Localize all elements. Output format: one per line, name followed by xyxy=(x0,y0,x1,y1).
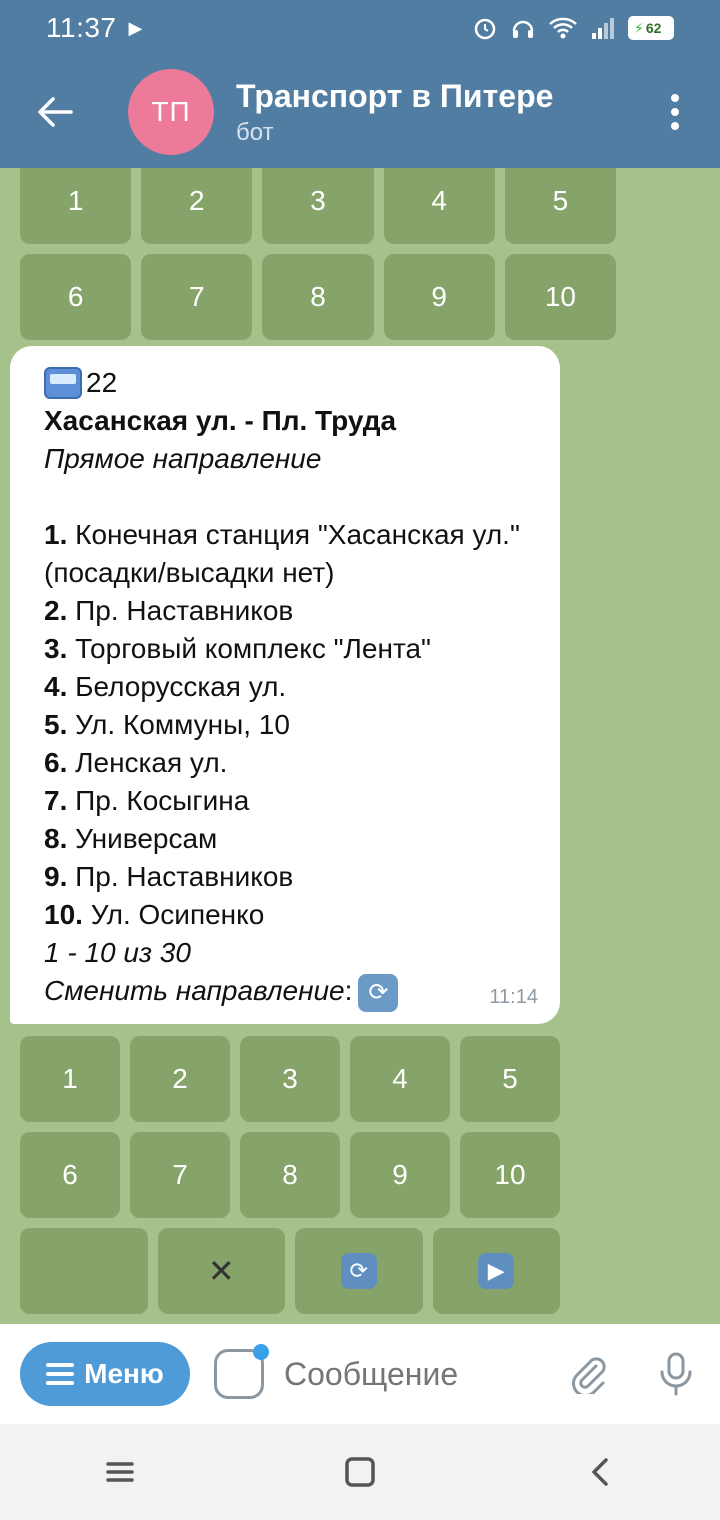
recent-apps-icon[interactable] xyxy=(100,1452,140,1492)
reply-keyboard-row: 1 2 3 4 5 xyxy=(20,1036,560,1122)
route-name: Хасанская ул. - Пл. Труда xyxy=(44,405,397,436)
menu-button-label: Меню xyxy=(84,1358,164,1389)
next-button[interactable]: ▶ xyxy=(432,1228,560,1314)
inline-keyboard: 1 2 3 4 5 6 7 8 9 10 xyxy=(20,168,617,350)
play-icon: ▶ xyxy=(128,17,143,38)
stop-item: 8. Универсам xyxy=(44,823,218,854)
hamburger-icon xyxy=(46,1363,75,1385)
route-number: 22 xyxy=(86,367,118,398)
pagination-label: 1 - 10 из 30 xyxy=(44,937,191,968)
system-nav-bar xyxy=(0,1424,720,1520)
inline-keyboard-row: 6 7 8 9 10 xyxy=(20,254,617,340)
dot-icon xyxy=(671,94,679,102)
chat-subtitle: бот xyxy=(236,118,274,146)
status-time: 11:37 xyxy=(46,12,117,43)
reply-button-8[interactable]: 8 xyxy=(240,1132,340,1218)
inline-button-7[interactable]: 7 xyxy=(141,254,253,340)
inline-button-6[interactable]: 6 xyxy=(20,254,132,340)
inline-keyboard-row: 1 2 3 4 5 xyxy=(20,168,617,244)
reply-button-3[interactable]: 3 xyxy=(240,1036,340,1122)
input-bar: Меню xyxy=(0,1324,720,1424)
back-nav-icon[interactable] xyxy=(580,1452,620,1492)
reply-button-4[interactable]: 4 xyxy=(350,1036,450,1122)
more-options-button[interactable] xyxy=(630,56,720,168)
notification-dot xyxy=(253,1344,269,1360)
reply-button-1[interactable]: 1 xyxy=(20,1036,120,1122)
stop-item: 2. Пр. Наставников xyxy=(44,595,294,626)
reply-button-5[interactable]: 5 xyxy=(460,1036,560,1122)
reply-keyboard-row: 6 7 8 9 10 xyxy=(20,1132,560,1218)
stop-item: 4. Белорусская ул. xyxy=(44,671,287,702)
status-bar: 11:37 ▶ ⚡ 62 xyxy=(0,0,720,56)
back-button[interactable] xyxy=(0,56,110,168)
wifi-icon xyxy=(549,17,577,39)
switch-direction-label: Сменить направление xyxy=(44,975,345,1006)
dot-icon xyxy=(671,122,679,130)
reply-button-10[interactable]: 10 xyxy=(460,1132,560,1218)
back-arrow-icon xyxy=(38,97,73,127)
home-icon[interactable] xyxy=(340,1452,380,1492)
chat-title-block[interactable]: Транспорт в Питере бот xyxy=(236,78,553,147)
message-input[interactable] xyxy=(284,1355,544,1393)
reply-button-6[interactable]: 6 xyxy=(20,1132,120,1218)
chat-header: ТП Транспорт в Питере бот xyxy=(0,56,720,168)
play-next-icon: ▶ xyxy=(478,1253,515,1289)
direction-label: Прямое направление xyxy=(44,443,322,474)
microphone-icon xyxy=(660,1352,692,1396)
bot-menu-button[interactable]: Меню xyxy=(20,1342,190,1406)
stop-item: 1. Конечная станция "Хасанская ул." (пос… xyxy=(44,519,520,588)
mic-button[interactable] xyxy=(652,1350,700,1398)
close-button[interactable]: ✕ xyxy=(157,1228,285,1314)
reply-button-2[interactable]: 2 xyxy=(130,1036,230,1122)
route-line: 22 xyxy=(44,364,526,402)
inline-button-2[interactable]: 2 xyxy=(141,168,253,244)
battery-icon: ⚡ 62 xyxy=(628,16,674,40)
inline-button-4[interactable]: 4 xyxy=(383,168,495,244)
inline-button-1[interactable]: 1 xyxy=(20,168,132,244)
reply-keyboard: 1 2 3 4 5 6 7 8 9 10 ✕ ⟳ ▶ xyxy=(20,1036,560,1324)
signal-icon xyxy=(592,18,614,39)
headphones-icon xyxy=(512,20,534,38)
refresh-icon: ⟳ xyxy=(340,1253,377,1289)
trolleybus-icon xyxy=(44,367,82,399)
stop-item: 10. Ул. Осипенко xyxy=(44,899,265,930)
inline-button-10[interactable]: 10 xyxy=(504,254,617,340)
paperclip-icon xyxy=(572,1357,606,1394)
attach-button[interactable] xyxy=(564,1350,612,1398)
reply-button-7[interactable]: 7 xyxy=(130,1132,230,1218)
top-bar: 11:37 ▶ ⚡ 62 ТП Транспорт в Питере бот xyxy=(0,0,720,168)
stop-item: 5. Ул. Коммуны, 10 xyxy=(44,709,290,740)
reply-keyboard-row: ✕ ⟳ ▶ xyxy=(20,1228,560,1314)
stop-item: 3. Торговый комплекс "Лента" xyxy=(44,633,431,664)
refresh-button[interactable]: ⟳ xyxy=(295,1228,423,1314)
message-time: 11:14 xyxy=(489,986,538,1008)
stop-item: 9. Пр. Наставников xyxy=(44,861,294,892)
chat-title: Транспорт в Питере xyxy=(236,77,554,114)
status-icons: ⚡ 62 xyxy=(472,15,674,41)
stop-item: 6. Ленская ул. xyxy=(44,747,228,778)
reply-button-9[interactable]: 9 xyxy=(350,1132,450,1218)
stop-item: 7. Пр. Косыгина xyxy=(44,785,250,816)
inline-button-9[interactable]: 9 xyxy=(383,254,495,340)
switch-direction-line: Сменить направление: ⟳ xyxy=(44,972,526,1012)
close-icon: ✕ xyxy=(207,1253,235,1289)
refresh-icon: ⟳ xyxy=(358,973,399,1012)
avatar[interactable]: ТП xyxy=(128,69,214,155)
chat-area[interactable]: 1 2 3 4 5 6 7 8 9 10 22 Хасанская ул. - … xyxy=(0,168,720,1324)
inline-button-8[interactable]: 8 xyxy=(262,254,374,340)
message-bubble[interactable]: 22 Хасанская ул. - Пл. Труда Прямое напр… xyxy=(10,346,560,1024)
alarm-icon xyxy=(474,18,496,40)
inline-button-5[interactable]: 5 xyxy=(504,168,617,244)
dot-icon xyxy=(671,108,679,116)
battery-level: 62 xyxy=(645,20,662,36)
reply-button-empty[interactable] xyxy=(20,1228,148,1314)
inline-button-3[interactable]: 3 xyxy=(262,168,374,244)
sticker-icon[interactable] xyxy=(214,1344,269,1399)
